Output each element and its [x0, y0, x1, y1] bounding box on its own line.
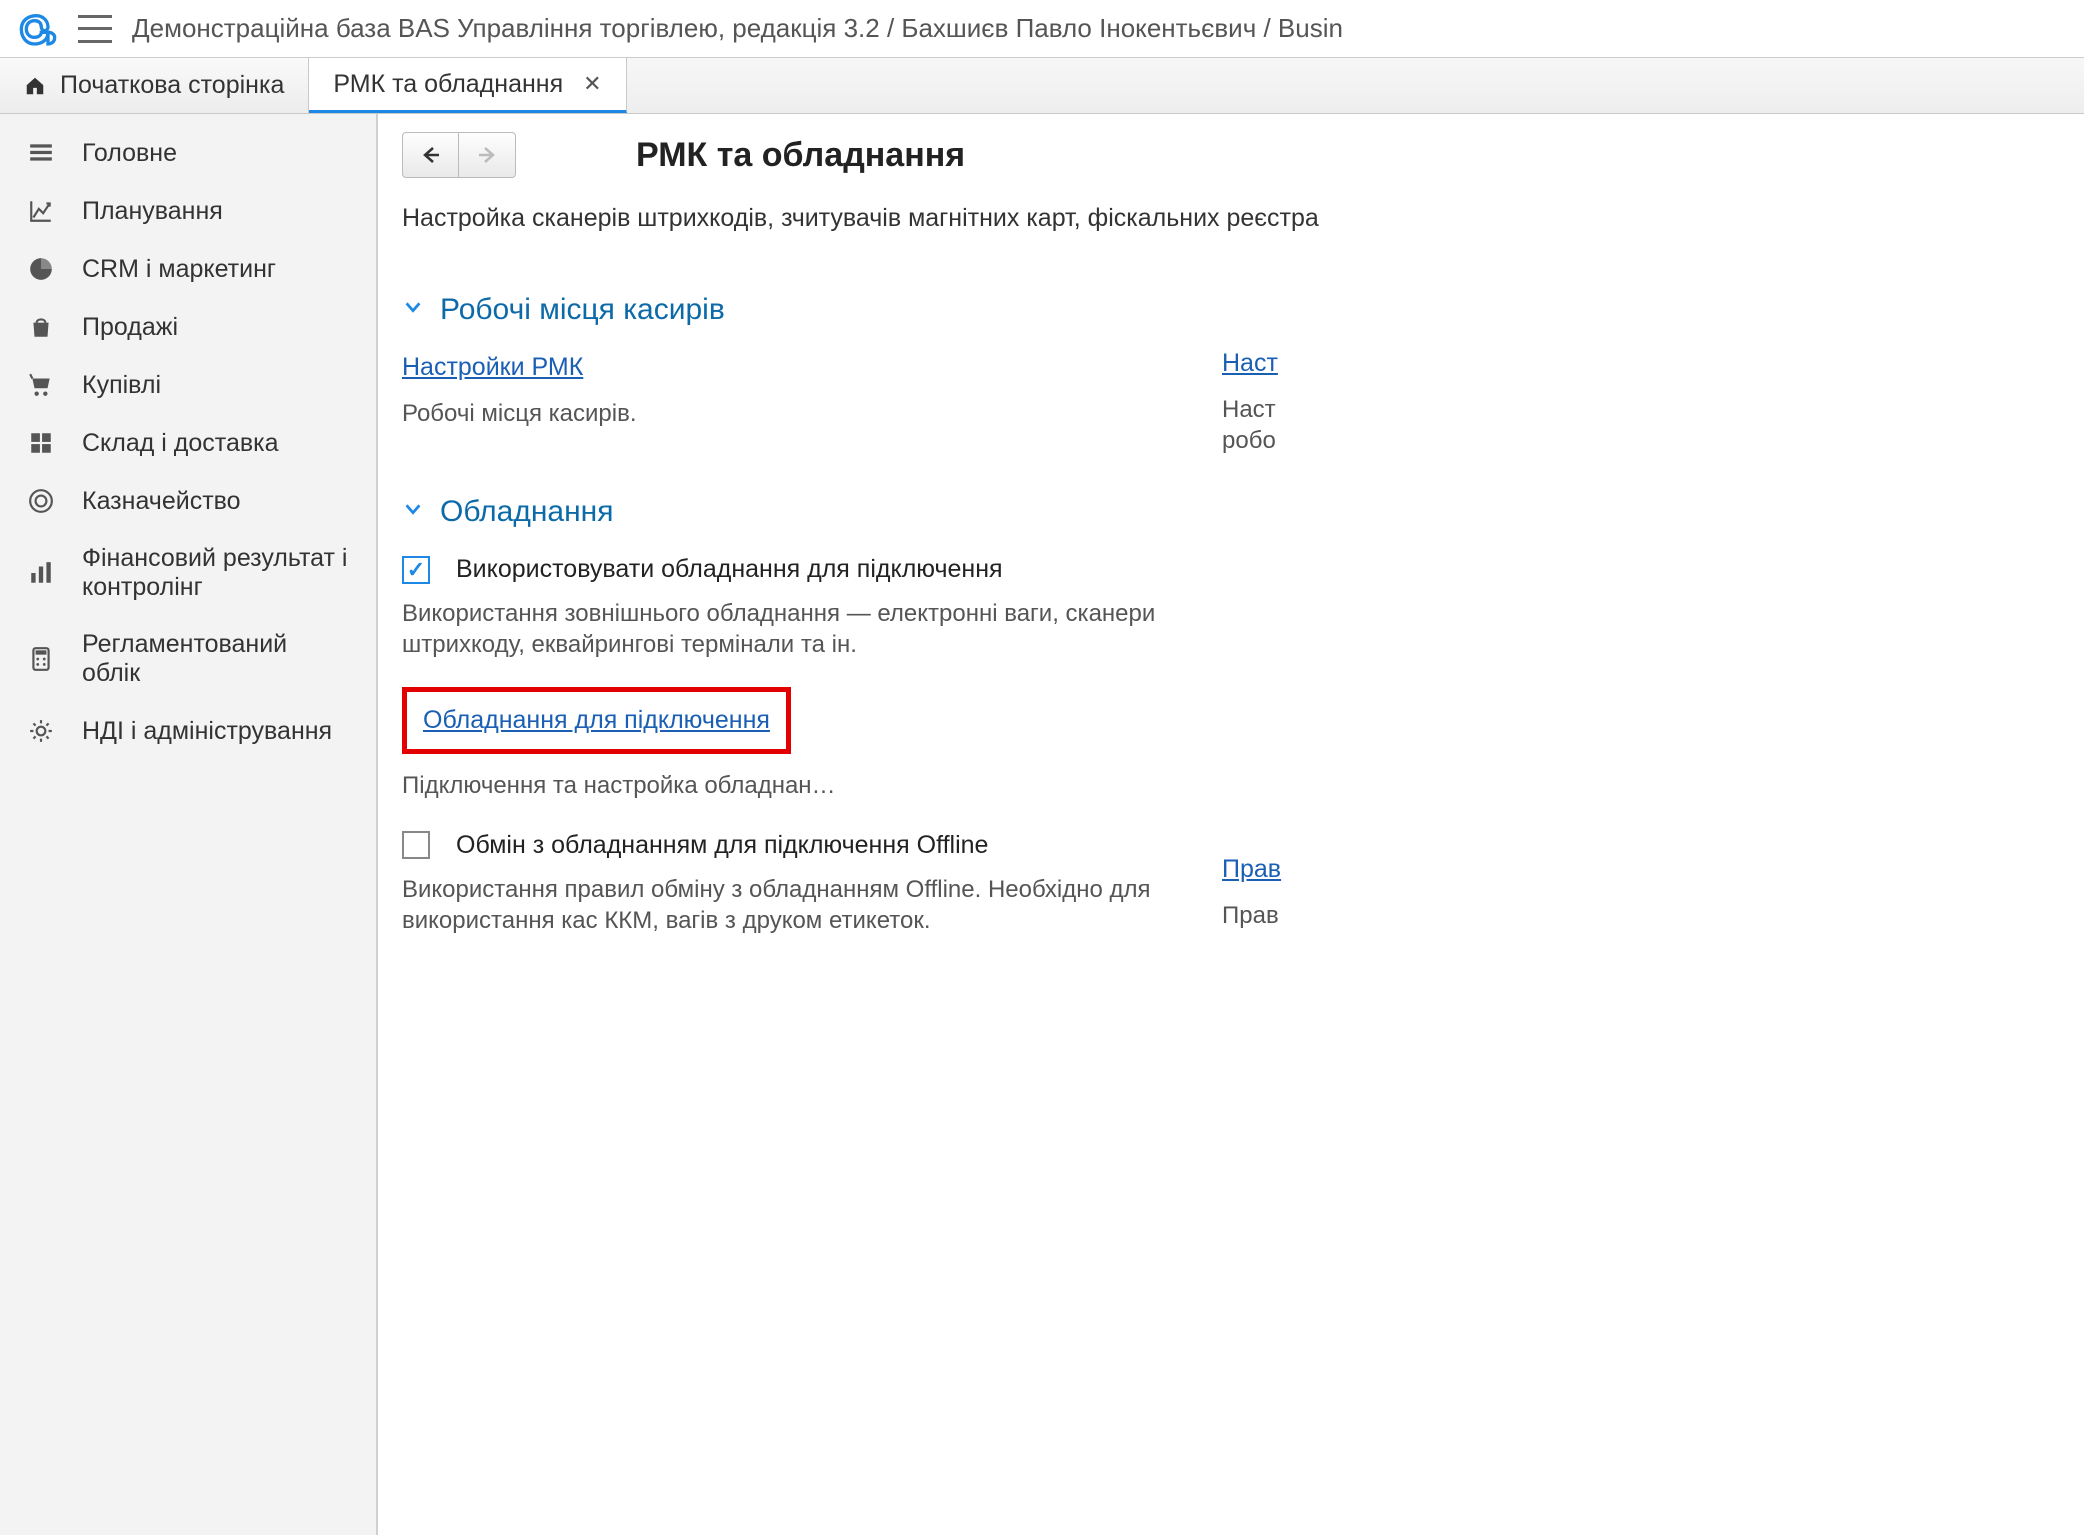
coin-icon: [26, 486, 56, 516]
highlighted-link-box: Обладнання для підключення: [402, 687, 791, 754]
chart-line-icon: [26, 196, 56, 226]
sidebar-item-label: Головне: [82, 139, 177, 168]
sidebar-item-warehouse[interactable]: Склад і доставка: [0, 414, 376, 472]
sidebar-item-label: Фінансовий результат і контролінг: [82, 544, 350, 602]
use-equipment-desc: Використання зовнішнього обладнання — ел…: [402, 598, 1202, 660]
rules-right-desc: Прав: [1222, 900, 1622, 931]
calc-icon: [26, 644, 56, 674]
sidebar-item-finance[interactable]: Фінансовий результат і контролінг: [0, 530, 376, 616]
nav-forward-button[interactable]: [459, 133, 515, 177]
tabsbar: Початкова сторінка РМК та обладнання ✕: [0, 58, 2084, 114]
content-area: РМК та обладнання Настройка сканерів штр…: [378, 114, 2084, 1535]
tab-label: Початкова сторінка: [60, 71, 284, 100]
sidebar-item-treasury[interactable]: Казначейство: [0, 472, 376, 530]
sidebar-item-label: Склад і доставка: [82, 429, 279, 458]
page-title: РМК та обладнання: [636, 136, 965, 175]
chevron-down-icon: [402, 296, 424, 324]
link-equipment-connect[interactable]: Обладнання для підключення: [423, 706, 770, 734]
section-equipment-header[interactable]: Обладнання: [402, 495, 1202, 529]
home-icon: [24, 75, 46, 97]
nav-buttons: [402, 132, 516, 178]
sidebar-item-purchases[interactable]: Купівлі: [0, 356, 376, 414]
topbar: Демонстраційна база BAS Управління торгі…: [0, 0, 2084, 58]
section-cashier-header[interactable]: Робочі місця касирів: [402, 293, 1202, 327]
section-title: Обладнання: [440, 495, 614, 529]
link-rmk-right[interactable]: Наст: [1222, 349, 1278, 377]
sidebar-item-admin[interactable]: НДІ і адміністрування: [0, 702, 376, 760]
section-title: Робочі місця касирів: [440, 293, 725, 327]
sidebar-item-crm[interactable]: CRM і маркетинг: [0, 240, 376, 298]
checkbox-label: Обмін з обладнанням для підключення Offl…: [456, 831, 988, 860]
sidebar: Головне Планування CRM і маркетинг Прода…: [0, 114, 378, 1535]
checkbox-label: Використовувати обладнання для підключен…: [456, 555, 1003, 584]
bag-icon: [26, 312, 56, 342]
sidebar-item-label: НДІ і адміністрування: [82, 717, 332, 746]
gear-icon: [26, 716, 56, 746]
link-rules-right[interactable]: Прав: [1222, 855, 1281, 883]
menu-icon: [26, 138, 56, 168]
pie-icon: [26, 254, 56, 284]
rmk-desc: Робочі місця касирів.: [402, 398, 1202, 429]
link-rmk-settings[interactable]: Настройки РМК: [402, 353, 583, 381]
nav-back-button[interactable]: [403, 133, 459, 177]
bars-icon: [26, 558, 56, 588]
rmk-right-desc: Наст робо: [1222, 394, 1622, 456]
app-logo: [18, 12, 58, 46]
sidebar-item-main[interactable]: Головне: [0, 124, 376, 182]
sidebar-item-planning[interactable]: Планування: [0, 182, 376, 240]
offline-desc: Використання правил обміну з обладнанням…: [402, 874, 1202, 936]
grid-icon: [26, 428, 56, 458]
page-subtitle: Настройка сканерів штрихкодів, зчитувачі…: [402, 204, 2084, 233]
tab-home[interactable]: Початкова сторінка: [0, 58, 309, 113]
sidebar-item-label: Купівлі: [82, 371, 161, 400]
sidebar-item-sales[interactable]: Продажі: [0, 298, 376, 356]
sidebar-item-label: Планування: [82, 197, 223, 226]
hamburger-icon[interactable]: [78, 15, 112, 43]
sidebar-item-label: Регламентований облік: [82, 630, 350, 688]
close-icon[interactable]: ✕: [583, 71, 601, 97]
tab-label: РМК та обладнання: [333, 70, 563, 99]
checkbox-use-equipment[interactable]: [402, 556, 430, 584]
chevron-down-icon: [402, 498, 424, 526]
cart-icon: [26, 370, 56, 400]
sidebar-item-accounting[interactable]: Регламентований облік: [0, 616, 376, 702]
tab-rmk[interactable]: РМК та обладнання ✕: [309, 58, 626, 113]
checkbox-offline-exchange[interactable]: [402, 831, 430, 859]
sidebar-item-label: Казначейство: [82, 487, 241, 516]
app-title: Демонстраційна база BAS Управління торгі…: [132, 13, 1343, 44]
connect-desc: Підключення та настройка обладнан…: [402, 770, 1202, 801]
sidebar-item-label: CRM і маркетинг: [82, 255, 276, 284]
sidebar-item-label: Продажі: [82, 313, 178, 342]
